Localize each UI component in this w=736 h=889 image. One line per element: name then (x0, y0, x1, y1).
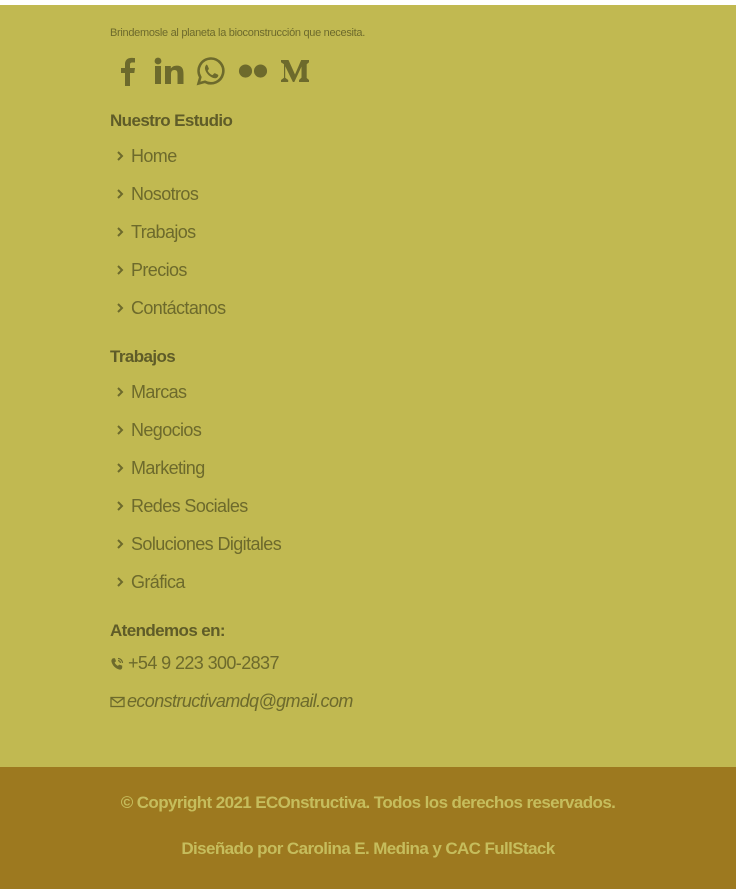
facebook-link[interactable] (112, 54, 142, 88)
works-link-label: Gráfica (131, 571, 185, 592)
studio-link-label: Nosotros (131, 183, 199, 204)
chevron-right-icon (110, 227, 130, 237)
studio-link-label: Trabajos (131, 221, 196, 242)
facebook-icon (121, 57, 135, 86)
studio-links: Home Nosotros Trabajos Precios Contáctan… (110, 137, 226, 327)
chevron-right-icon (110, 463, 130, 473)
chevron-right-icon (110, 189, 130, 199)
works-link-negocios[interactable]: Negocios (110, 411, 281, 449)
chevron-right-icon (110, 265, 130, 275)
studio-link-contactanos[interactable]: Contáctanos (110, 289, 226, 327)
top-bar (0, 0, 736, 5)
medium-icon (281, 60, 309, 82)
works-link-marcas[interactable]: Marcas (110, 373, 281, 411)
contact-email-address[interactable]: econstructivamdq@gmail.com (127, 691, 353, 712)
chevron-right-icon (110, 151, 130, 161)
contact-section-title: Atendemos en: (110, 621, 226, 640)
designer-link[interactable]: Carolina E. Medina (287, 839, 429, 858)
whatsapp-icon (196, 57, 225, 86)
studio-section-title: Nuestro Estudio (110, 111, 233, 130)
phone-icon (110, 657, 124, 671)
copyright-text: © Copyright 2021 ECOnstructiva. Todos lo… (120, 793, 616, 812)
works-section-title: Trabajos (110, 347, 176, 366)
chevron-right-icon (110, 501, 130, 511)
works-link-soluciones-digitales[interactable]: Soluciones Digitales (110, 525, 282, 563)
works-link-label: Soluciones Digitales (131, 533, 282, 554)
whatsapp-link[interactable] (196, 54, 226, 88)
linkedin-link[interactable] (154, 54, 184, 88)
works-link-marketing[interactable]: Marketing (110, 449, 281, 487)
linkedin-icon (154, 57, 184, 84)
chevron-right-icon (110, 577, 130, 587)
flickr-icon (238, 64, 268, 78)
works-link-label: Negocios (131, 419, 202, 440)
flickr-link[interactable] (238, 54, 268, 88)
studio-link-label: Precios (131, 259, 187, 280)
studio-link-trabajos[interactable]: Trabajos (110, 213, 225, 251)
works-link-label: Redes Sociales (131, 495, 248, 516)
works-link-redes-sociales[interactable]: Redes Sociales (110, 487, 281, 525)
design-credits: Diseñado por Carolina E. Medina y CAC Fu… (0, 839, 736, 859)
chevron-right-icon (110, 425, 130, 435)
works-link-label: Marketing (131, 457, 205, 478)
studio-link-label: Home (131, 145, 177, 166)
works-links: Marcas Negocios Marketing Redes Sociales… (110, 373, 282, 601)
chevron-right-icon (110, 303, 130, 313)
works-link-label: Marcas (131, 381, 187, 402)
credits-prefix: Diseñado por (181, 839, 283, 858)
chevron-right-icon (110, 539, 130, 549)
studio-link-precios[interactable]: Precios (110, 251, 225, 289)
site-footer: © Copyright 2021 ECOnstructiva. Todos lo… (0, 767, 736, 889)
contact-phone-number[interactable]: +54 9 223 300-2837 (128, 653, 279, 674)
contact-email: econstructivamdq@gmail.com (110, 691, 353, 712)
social-links (112, 54, 310, 88)
works-link-grafica[interactable]: Gráfica (110, 563, 281, 601)
studio-link-home[interactable]: Home (110, 137, 225, 175)
studio-link-nosotros[interactable]: Nosotros (110, 175, 225, 213)
credits-conjunction: y (432, 839, 442, 858)
medium-link[interactable] (280, 54, 310, 88)
contact-phone: +54 9 223 300-2837 (110, 653, 279, 674)
chevron-right-icon (110, 387, 130, 397)
envelope-icon (110, 695, 125, 709)
team-link[interactable]: CAC FullStack (445, 839, 555, 858)
brand-tagline: Brindemosle al planeta la bioconstrucció… (110, 27, 365, 39)
studio-link-label: Contáctanos (131, 297, 226, 318)
